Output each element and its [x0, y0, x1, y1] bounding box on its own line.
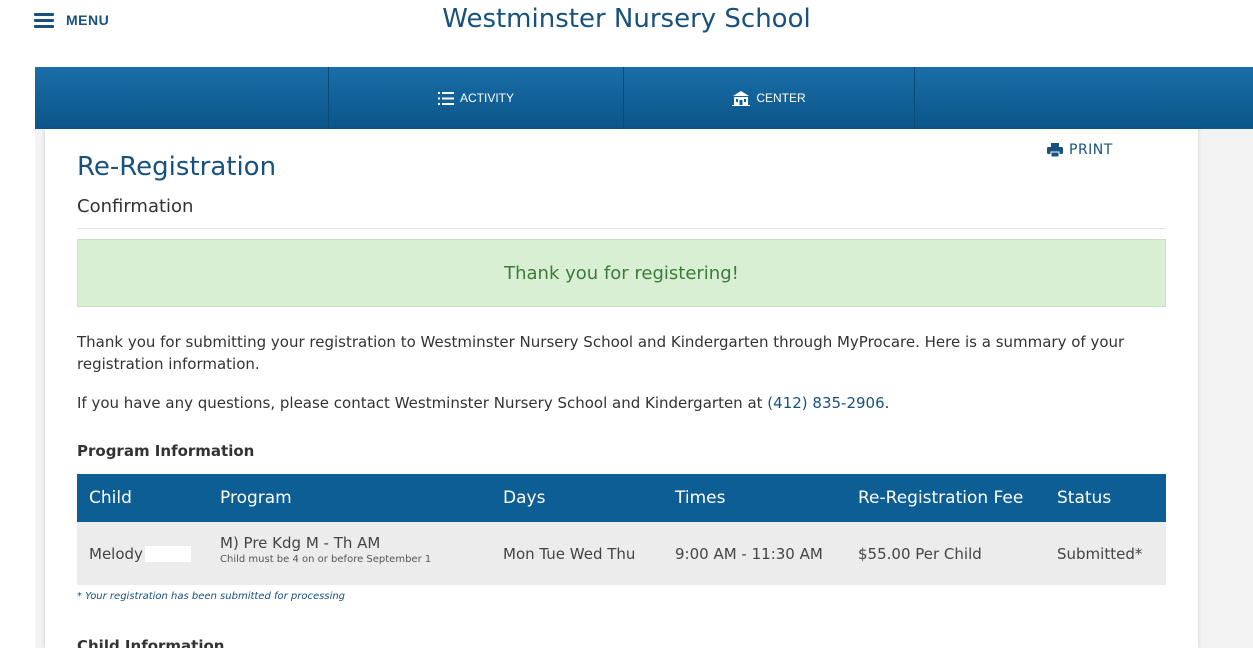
table-row: Melody M) Pre Kdg M - Th AM Child must b… — [77, 522, 1166, 585]
column-header-days: Days — [503, 488, 546, 508]
success-alert: Thank you for registering! — [77, 239, 1166, 307]
intro-line-2: registration information. — [77, 355, 260, 373]
child-section-heading: Child Information — [77, 637, 225, 648]
site-title: Westminster Nursery School — [442, 4, 811, 34]
child-name-text: Melody — [89, 544, 143, 563]
nav-item-label: ACTIVITY — [459, 91, 514, 105]
school-building-icon — [732, 91, 751, 106]
program-table: Child Program Days Times Re-Registration… — [77, 474, 1166, 585]
contact-suffix: . — [884, 394, 890, 412]
submission-footnote: * Your registration has been submitted f… — [77, 591, 346, 602]
nav-divider — [914, 67, 915, 129]
program-note: Child must be 4 on or before September 1 — [220, 554, 432, 565]
column-header-fee: Re-Registration Fee — [858, 488, 1024, 508]
contact-text: If you have any questions, please contac… — [77, 394, 768, 412]
page-title: Re-Registration — [77, 152, 277, 182]
status-cell: Submitted* — [1057, 544, 1143, 563]
redacted-surname — [144, 546, 191, 562]
intro-paragraph: Thank you for submitting your registrati… — [77, 331, 1166, 375]
title-divider — [77, 228, 1166, 229]
print-button[interactable]: PRINT — [1047, 142, 1113, 158]
fee-cell: $55.00 Per Child — [858, 544, 982, 563]
nav-item-label: CENTER — [756, 91, 806, 105]
column-header-times: Times — [675, 488, 726, 508]
print-label: PRINT — [1069, 142, 1113, 158]
program-section-heading: Program Information — [77, 442, 255, 460]
child-name: Melody — [89, 545, 191, 563]
list-icon — [437, 91, 454, 105]
success-message: Thank you for registering! — [504, 262, 739, 284]
column-header-child: Child — [89, 488, 132, 508]
contact-paragraph: If you have any questions, please contac… — [77, 392, 1166, 414]
column-header-program: Program — [220, 488, 292, 508]
nav-item-center[interactable]: CENTER — [624, 67, 914, 129]
program-cell: M) Pre Kdg M - Th AM Child must be 4 on … — [220, 534, 431, 565]
column-header-status: Status — [1057, 488, 1112, 508]
nav-item-activity[interactable]: ACTIVITY — [329, 67, 623, 129]
printer-icon — [1047, 143, 1063, 157]
top-bar: MENU Westminster Nursery School — [0, 0, 1253, 67]
program-name: M) Pre Kdg M - Th AM — [220, 534, 381, 552]
days-cell: Mon Tue Wed Thu — [503, 544, 636, 563]
table-header: Child Program Days Times Re-Registration… — [77, 474, 1166, 522]
times-cell: 9:00 AM - 11:30 AM — [675, 544, 823, 563]
main-nav: ACTIVITY CENTER — [35, 67, 1253, 129]
phone-link[interactable]: (412) 835-2906 — [767, 394, 884, 412]
intro-line-1: Thank you for submitting your registrati… — [77, 333, 1125, 351]
page-subtitle: Confirmation — [77, 196, 194, 217]
